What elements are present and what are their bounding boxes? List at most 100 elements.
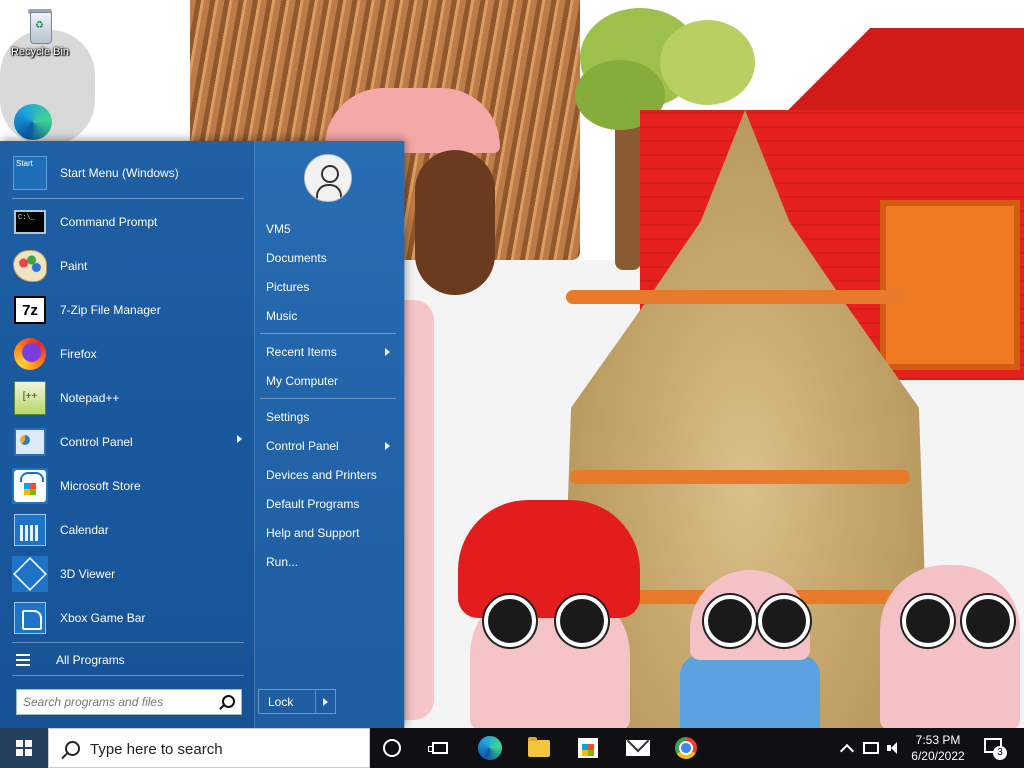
desktop-icon-label: Recycle Bin: [10, 46, 70, 58]
program-label: Microsoft Store: [60, 479, 141, 493]
places-item-label: Help and Support: [266, 526, 360, 540]
microsoft-store-icon: [12, 468, 48, 504]
firefox-icon: [12, 336, 48, 372]
calendar-icon: [12, 512, 48, 548]
wallpaper-pig-eye: [758, 595, 810, 647]
places-item-documents[interactable]: Documents: [266, 248, 396, 268]
start-menu-search-input[interactable]: [21, 690, 215, 714]
places-item-devices-and-printers[interactable]: Devices and Printers: [266, 465, 396, 485]
wallpaper-pig-eye: [484, 595, 536, 647]
chrome-icon: [675, 737, 697, 759]
cortana-circle-icon: [383, 739, 401, 757]
program-firefox[interactable]: Firefox: [12, 334, 248, 374]
edge-icon: [478, 736, 502, 760]
places-item-default-programs[interactable]: Default Programs: [266, 494, 396, 514]
edge-icon[interactable]: [14, 104, 52, 140]
lock-label: Lock: [268, 695, 294, 709]
wallpaper-pig-eye: [556, 595, 608, 647]
submenu-arrow-icon: [385, 348, 390, 356]
places-item-run[interactable]: Run...: [266, 552, 396, 572]
program-paint[interactable]: Paint: [12, 246, 248, 286]
places-item-settings[interactable]: Settings: [266, 407, 396, 427]
program-start-menu-windows[interactable]: Start Start Menu (Windows): [12, 153, 248, 193]
places-item-music[interactable]: Music: [266, 306, 396, 326]
all-programs-button[interactable]: All Programs: [16, 649, 246, 671]
clock-time: 7:53 PM: [915, 733, 961, 747]
program-label: 3D Viewer: [60, 567, 116, 581]
wallpaper-pig-eye: [704, 595, 756, 647]
taskbar: 7:53 PM 6/20/2022 3: [0, 728, 1024, 768]
places-item-pictures[interactable]: Pictures: [266, 277, 396, 297]
program-label: Control Panel: [60, 435, 133, 449]
system-clock[interactable]: 7:53 PM 6/20/2022: [902, 728, 974, 768]
user-avatar-icon[interactable]: [304, 154, 352, 202]
program-control-panel[interactable]: Control Panel: [12, 422, 248, 462]
network-icon: [863, 742, 879, 754]
places-item-label: Devices and Printers: [266, 468, 377, 482]
places-item-label: Settings: [266, 410, 310, 424]
wallpaper-orange-door: [880, 200, 1020, 370]
wallpaper-pink-creature: [404, 300, 434, 720]
volume-button[interactable]: [884, 728, 904, 768]
places-item-label: Control Panel: [266, 439, 339, 453]
search-icon[interactable]: [222, 695, 235, 708]
wallpaper-monkey: [415, 150, 495, 295]
network-button[interactable]: [860, 728, 882, 768]
places-item-label: Music: [266, 309, 298, 323]
show-hidden-icons-button[interactable]: [838, 728, 856, 768]
list-icon: [16, 654, 30, 666]
taskbar-search-box[interactable]: [48, 728, 370, 768]
clock-date: 6/20/2022: [911, 749, 965, 763]
program-command-prompt[interactable]: C:\_ Command Prompt: [12, 202, 248, 242]
wallpaper-pig: [880, 565, 1020, 728]
program-label: Command Prompt: [60, 215, 158, 229]
taskbar-microsoft-store[interactable]: [564, 728, 612, 768]
program-label: 7-Zip File Manager: [60, 303, 161, 317]
wallpaper-pig-eye: [902, 595, 954, 647]
all-programs-label: All Programs: [56, 653, 125, 667]
places-item-user[interactable]: VM5: [266, 219, 396, 239]
windows-logo-icon: [16, 740, 32, 756]
program-7zip[interactable]: 7z 7-Zip File Manager: [12, 290, 248, 330]
taskbar-file-explorer[interactable]: [515, 728, 563, 768]
submenu-arrow-icon: [237, 435, 242, 443]
taskbar-search-input[interactable]: [88, 738, 362, 760]
task-view-button[interactable]: [416, 728, 464, 768]
cortana-button[interactable]: [368, 728, 416, 768]
places-item-help-and-support[interactable]: Help and Support: [266, 523, 396, 543]
wallpaper-red-hat: [458, 500, 640, 618]
wallpaper-blue-shirt: [680, 655, 820, 728]
program-microsoft-store[interactable]: Microsoft Store: [12, 466, 248, 506]
places-item-label: Pictures: [266, 280, 310, 294]
program-label: Notepad++: [60, 391, 120, 405]
start-menu-icon: Start: [12, 155, 48, 191]
command-prompt-icon: C:\_: [12, 204, 48, 240]
divider: [315, 690, 316, 713]
taskbar-mail[interactable]: [614, 728, 662, 768]
places-item-control-panel[interactable]: Control Panel: [266, 436, 396, 456]
program-notepad-plus-plus[interactable]: [++ Notepad++: [12, 378, 248, 418]
notepad-plus-plus-icon: [++: [12, 380, 48, 416]
program-label: Paint: [60, 259, 88, 273]
lock-options-arrow-icon[interactable]: [323, 698, 328, 706]
program-xbox-game-bar[interactable]: Xbox Game Bar: [12, 598, 248, 638]
program-3d-viewer[interactable]: 3D Viewer: [12, 554, 248, 594]
start-menu-search-box[interactable]: [16, 689, 242, 715]
xbox-game-bar-icon: [12, 600, 48, 636]
divider: [260, 333, 396, 334]
submenu-arrow-icon: [385, 442, 390, 450]
taskbar-chrome[interactable]: [662, 728, 710, 768]
places-item-my-computer[interactable]: My Computer: [266, 371, 396, 391]
divider: [12, 642, 244, 643]
program-label: Calendar: [60, 523, 109, 537]
wallpaper-pig-eye: [962, 595, 1014, 647]
places-item-recent-items[interactable]: Recent Items: [266, 342, 396, 362]
divider: [12, 198, 244, 199]
program-calendar[interactable]: Calendar: [12, 510, 248, 550]
taskbar-edge[interactable]: [466, 728, 514, 768]
start-button[interactable]: [0, 728, 48, 768]
wallpaper-rope-band: [566, 290, 906, 304]
lock-button[interactable]: Lock: [258, 689, 336, 714]
desktop-icon-recycle-bin[interactable]: ♻ Recycle Bin: [4, 6, 76, 58]
volume-icon: [887, 742, 901, 754]
